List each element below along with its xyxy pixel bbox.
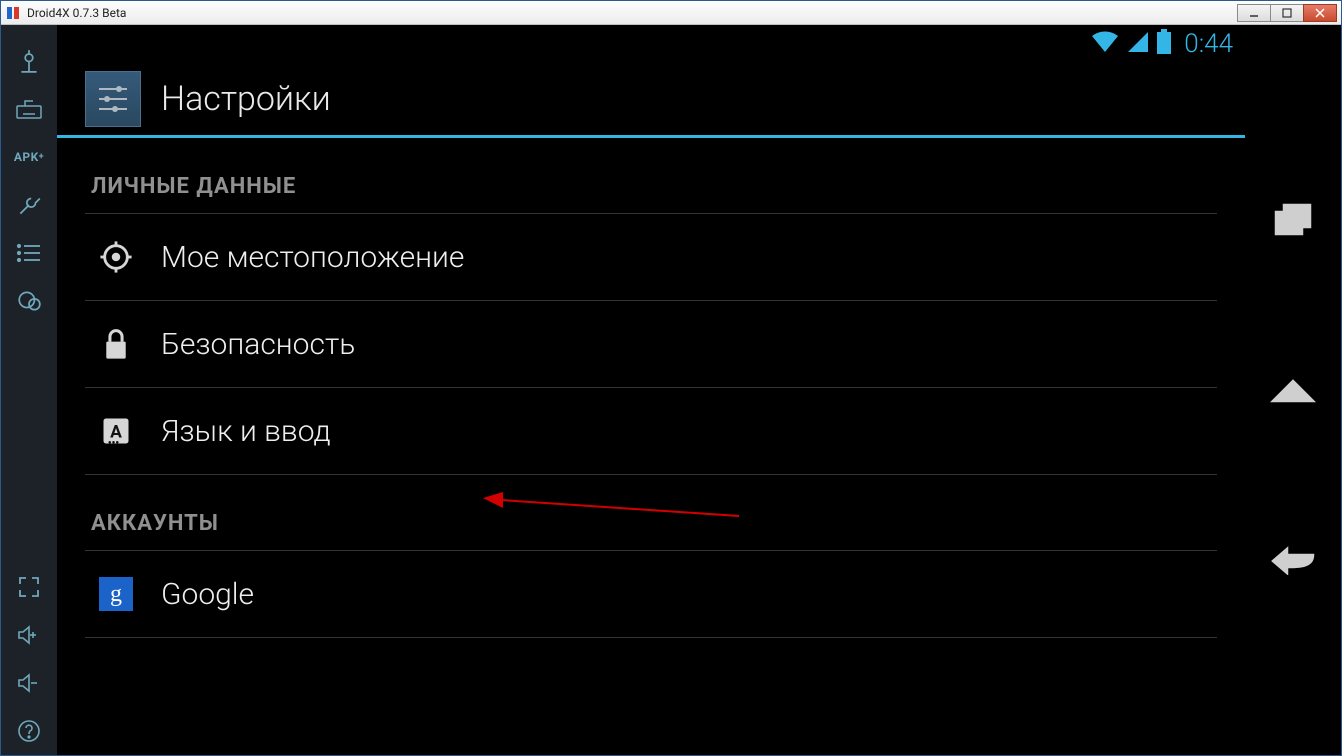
item-label: Безопасность — [161, 327, 355, 362]
sidebar-location-icon[interactable] — [1, 37, 57, 85]
android-screen: 0:44 Настройки ЛИЧНЫ — [57, 25, 1245, 755]
sidebar-volume-down-icon[interactable] — [1, 659, 57, 707]
android-navbar — [1245, 25, 1341, 755]
settings-item-location[interactable]: Мое местоположение — [85, 214, 1217, 301]
status-bar: 0:44 — [57, 25, 1245, 63]
location-crosshair-icon — [97, 238, 135, 276]
sidebar-volume-up-icon[interactable] — [1, 611, 57, 659]
nav-home-button[interactable] — [1261, 358, 1325, 422]
app-body: APK+ — [1, 25, 1341, 755]
close-button[interactable] — [1303, 4, 1337, 22]
window-controls — [1238, 4, 1337, 22]
settings-app-icon — [85, 71, 141, 127]
app-logo-icon — [5, 5, 21, 21]
sidebar-keyboard-icon[interactable] — [1, 85, 57, 133]
settings-item-security[interactable]: Безопасность — [85, 301, 1217, 388]
item-label: Язык и ввод — [161, 414, 331, 449]
app-window: Droid4X 0.7.3 Beta APK+ — [0, 0, 1342, 756]
item-label: Google — [161, 577, 254, 612]
maximize-button[interactable] — [1270, 4, 1304, 22]
google-icon: g — [97, 575, 135, 613]
sidebar-chat-icon[interactable] — [1, 277, 57, 325]
settings-list[interactable]: ЛИЧНЫЕ ДАННЫЕ Мое местоположение Безопас… — [57, 138, 1245, 755]
titlebar: Droid4X 0.7.3 Beta — [1, 1, 1341, 25]
sidebar-list-icon[interactable] — [1, 229, 57, 277]
sidebar-apk-button[interactable]: APK+ — [1, 133, 57, 181]
sidebar-help-icon[interactable] — [1, 707, 57, 755]
wifi-icon — [1090, 30, 1120, 58]
nav-recent-button[interactable] — [1261, 188, 1325, 252]
status-clock: 0:44 — [1184, 29, 1233, 59]
section-accounts-header: АККАУНТЫ — [85, 475, 1217, 551]
minimize-button[interactable] — [1237, 4, 1271, 22]
battery-icon — [1156, 29, 1172, 59]
settings-header: Настройки — [57, 63, 1245, 135]
window-title: Droid4X 0.7.3 Beta — [27, 6, 126, 20]
item-label: Мое местоположение — [161, 240, 464, 275]
sidebar-wrench-icon[interactable] — [1, 181, 57, 229]
lock-icon — [97, 325, 135, 363]
settings-item-language-input[interactable]: A Язык и ввод — [85, 388, 1217, 475]
settings-item-google[interactable]: g Google — [85, 551, 1217, 638]
signal-icon — [1126, 30, 1150, 58]
sidebar-fullscreen-icon[interactable] — [1, 563, 57, 611]
svg-text:A: A — [110, 422, 122, 442]
page-title: Настройки — [161, 79, 331, 119]
emulator-sidebar: APK+ — [1, 25, 57, 755]
nav-back-button[interactable] — [1261, 528, 1325, 592]
section-personal-header: ЛИЧНЫЕ ДАННЫЕ — [85, 138, 1217, 214]
language-a-icon: A — [97, 412, 135, 450]
